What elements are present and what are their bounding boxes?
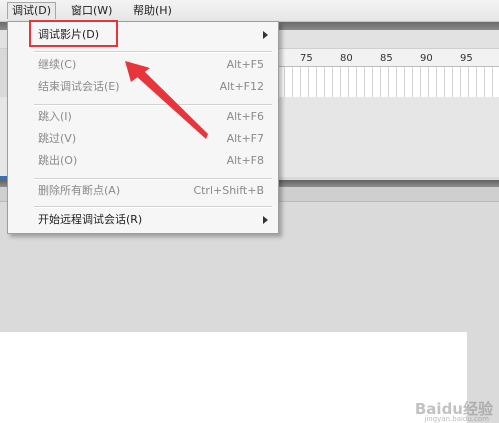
menu-item-label: 跳过(V) — [38, 132, 77, 145]
menu-item-label: 跳入(I) — [38, 110, 72, 123]
menu-separator — [34, 104, 272, 106]
menu-item-shortcut: Ctrl+Shift+B — [193, 184, 264, 197]
menu-item-step-in[interactable]: 跳入(I) Alt+F6 — [8, 107, 278, 127]
menu-item-start-remote-debug[interactable]: 开始远程调试会话(R) — [8, 210, 278, 230]
menu-item-shortcut: Alt+F5 — [226, 58, 264, 71]
debug-dropdown-menu: 调试影片(D) 继续(C) Alt+F5 结束调试会话(E) Alt+F12 跳… — [7, 21, 279, 234]
ruler-tick: 90 — [420, 53, 433, 64]
menu-item-shortcut: Alt+F8 — [226, 154, 264, 167]
menu-item-label: 删除所有断点(A) — [38, 184, 121, 197]
menu-item-step-out[interactable]: 跳出(O) Alt+F8 — [8, 151, 278, 171]
watermark-url: jingyan.baidu.com — [424, 415, 489, 423]
menu-item-shortcut: Alt+F6 — [226, 110, 264, 123]
menu-separator — [34, 178, 272, 180]
submenu-arrow-icon — [263, 31, 268, 39]
submenu-arrow-icon — [263, 216, 268, 224]
menu-bar: 调试(D) 窗口(W) 帮助(H) — [0, 0, 499, 22]
menu-item-label: 结束调试会话(E) — [38, 80, 120, 93]
menu-separator — [34, 206, 272, 208]
menu-item-continue[interactable]: 继续(C) Alt+F5 — [8, 55, 278, 75]
menu-debug[interactable]: 调试(D) — [7, 2, 57, 19]
menu-item-label: 跳出(O) — [38, 154, 78, 167]
menu-help[interactable]: 帮助(H) — [133, 3, 172, 19]
menu-item-label: 继续(C) — [38, 58, 77, 71]
stage-canvas[interactable] — [0, 332, 467, 423]
menu-item-end-debug-session[interactable]: 结束调试会话(E) Alt+F12 — [8, 77, 278, 97]
ruler-tick: 75 — [300, 53, 313, 64]
menu-separator — [34, 51, 272, 53]
ruler-tick: 95 — [460, 53, 473, 64]
menu-item-label: 开始远程调试会话(R) — [38, 213, 143, 226]
ruler-tick: 80 — [340, 53, 353, 64]
timeline-frames[interactable] — [277, 66, 499, 98]
menu-item-remove-all-breakpoints[interactable]: 删除所有断点(A) Ctrl+Shift+B — [8, 181, 278, 201]
menu-item-shortcut: Alt+F12 — [219, 80, 264, 93]
ruler-tick: 85 — [380, 53, 393, 64]
annotation-highlight-box — [29, 20, 118, 47]
menu-item-shortcut: Alt+F7 — [226, 132, 264, 145]
menu-window[interactable]: 窗口(W) — [71, 3, 112, 19]
menu-item-step-over[interactable]: 跳过(V) Alt+F7 — [8, 129, 278, 149]
